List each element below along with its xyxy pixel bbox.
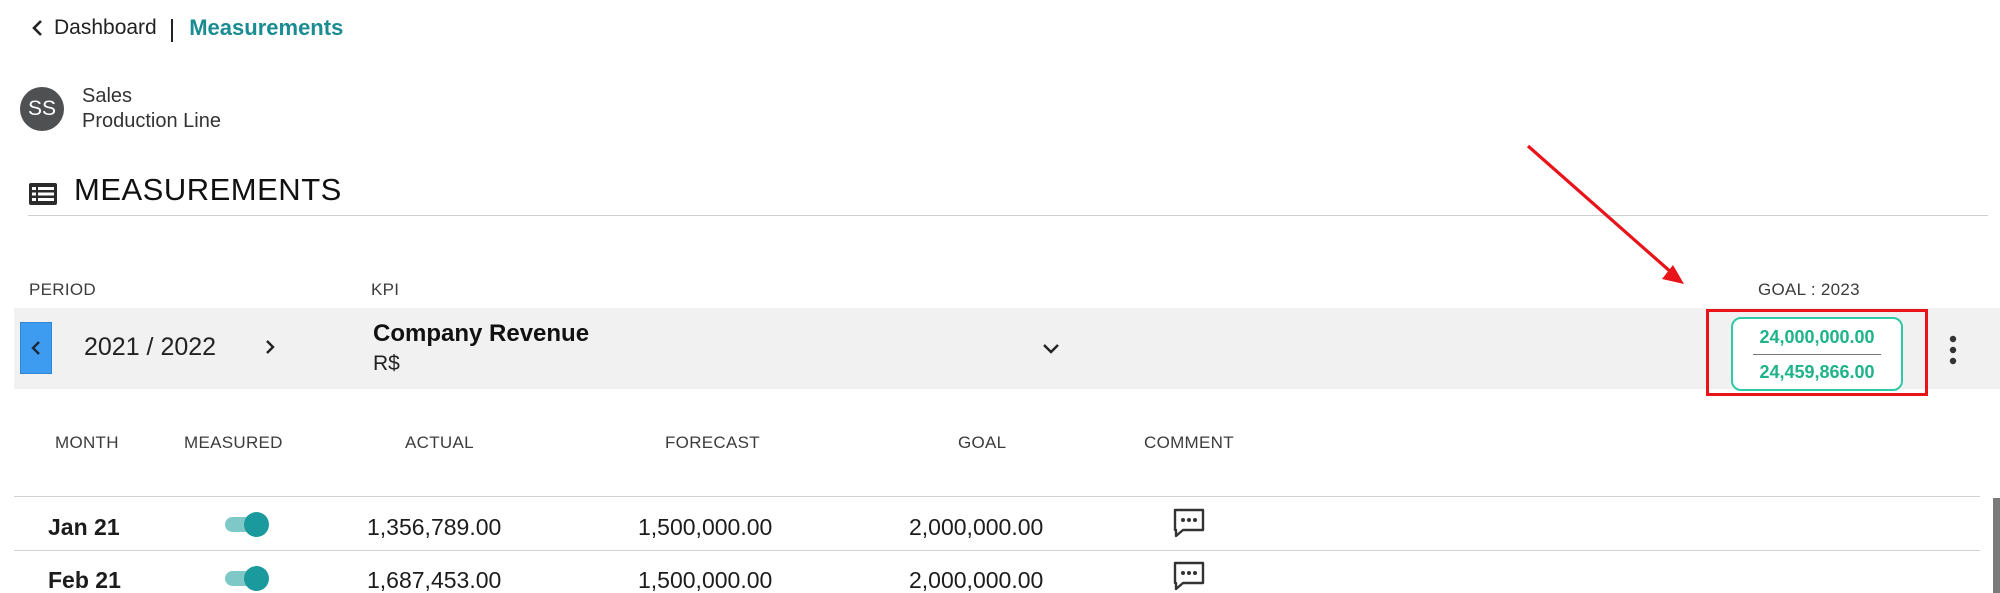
row-actual: 1,356,789.00 [367,514,502,540]
row-month: Jan 21 [48,514,120,540]
column-header-forecast: FORECAST [665,433,760,452]
measured-toggle[interactable] [225,566,269,591]
annotation-arrow [1526,144,1684,284]
column-header-comment: COMMENT [1144,433,1234,452]
comment-icon[interactable] [1172,560,1206,592]
scrollbar[interactable] [1993,498,2000,593]
table-row-divider [14,550,1980,551]
measured-toggle[interactable] [225,512,269,537]
column-header-measured: MEASURED [184,433,283,452]
row-forecast: 1,500,000.00 [638,514,773,540]
column-header-month: MONTH [55,433,119,452]
column-header-goal: GOAL [958,433,1007,452]
row-goal: 2,000,000.00 [909,514,1044,540]
comment-icon[interactable] [1172,507,1206,539]
row-actual: 1,687,453.00 [367,567,502,593]
column-header-actual: ACTUAL [405,433,474,452]
row-goal: 2,000,000.00 [909,567,1044,593]
row-month: Feb 21 [48,567,121,593]
row-forecast: 1,500,000.00 [638,567,773,593]
table-divider [14,496,1980,497]
